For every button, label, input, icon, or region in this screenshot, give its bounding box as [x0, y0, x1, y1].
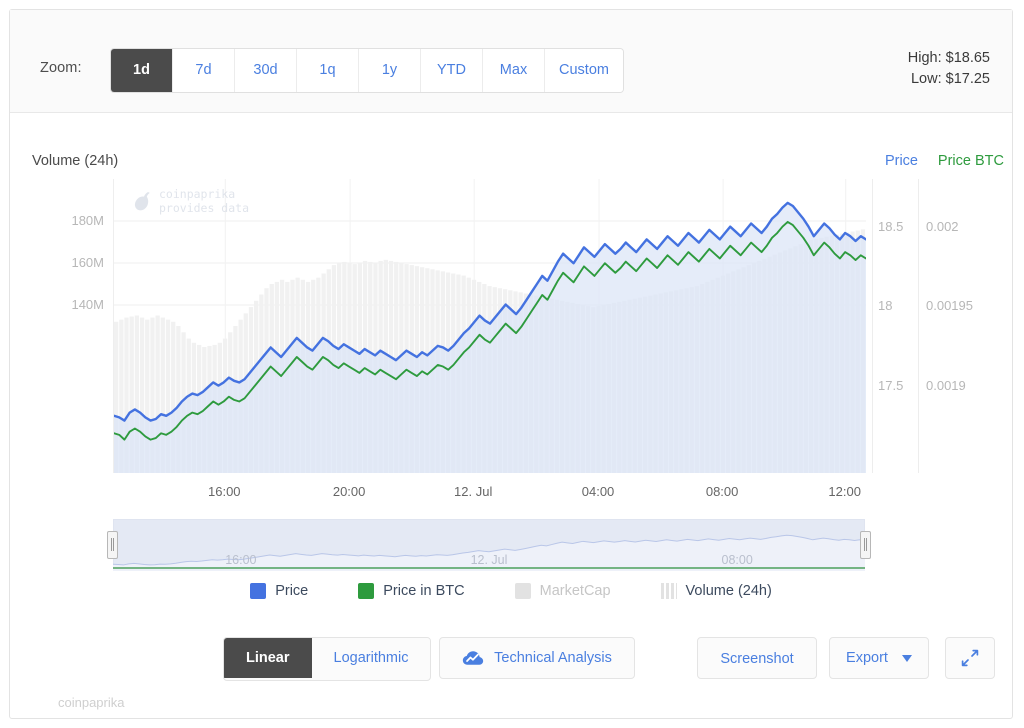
chevron-down-icon: [901, 654, 912, 662]
x-tick-0400: 04:00: [581, 484, 615, 499]
price-tick-18.5: 18.5: [878, 218, 904, 234]
volume-tick-160M: 160M: [71, 255, 104, 270]
range-navigator[interactable]: 16:00 12. Jul 08:00: [107, 519, 871, 571]
export-label: Export: [846, 650, 888, 666]
technical-analysis-button[interactable]: Technical Analysis: [439, 637, 635, 679]
high-value: High: $18.65: [907, 50, 990, 66]
legend-label: MarketCap: [539, 583, 611, 599]
plot-canvas[interactable]: coinpaprika provides data: [113, 179, 866, 473]
range-button-1q[interactable]: 1q: [297, 49, 359, 92]
x-tick-0800: 08:00: [705, 484, 739, 499]
legend-label: Price: [275, 583, 309, 599]
volume-tick-180M: 180M: [71, 213, 104, 228]
range-button-7d[interactable]: 7d: [173, 49, 235, 92]
range-selector-group[interactable]: 1d 7d 30d 1q 1y YTD Max Custom: [111, 49, 623, 92]
range-button-1y[interactable]: 1y: [359, 49, 421, 92]
x-tick-2000: 20:00: [332, 484, 366, 499]
price-btc-tick-0.002: 0.002: [926, 218, 959, 234]
scale-mode-logarithmic[interactable]: Logarithmic: [311, 638, 431, 678]
range-button-max[interactable]: Max: [483, 49, 545, 92]
axis-spine-price-btc: [918, 179, 919, 473]
cloud-chart-icon: [463, 651, 484, 665]
fullscreen-button[interactable]: [945, 637, 995, 679]
zoom-toolbar: Zoom: 1d 7d 30d 1q 1y YTD Max Custom High: $18.…: [10, 10, 1012, 113]
volume-tick-140M: 140M: [71, 297, 104, 312]
legend-label: Volume (24h): [685, 583, 772, 599]
navigator-tick-1600: 16:00: [225, 553, 257, 567]
legend-item-volume-24h[interactable]: Volume (24h): [660, 583, 772, 599]
zoom-label: Zoom:: [40, 60, 82, 76]
legend-item-price-in-btc[interactable]: Price in BTC: [358, 583, 465, 599]
x-tick-12Jul: 12. Jul: [454, 484, 493, 499]
scale-mode-group[interactable]: Linear Logarithmic: [223, 637, 432, 681]
range-button-1d[interactable]: 1d: [111, 49, 173, 92]
price-btc-axis-title: Price BTC: [937, 153, 1004, 169]
screenshot-label: Screenshot: [720, 651, 794, 667]
navigator-handle-right[interactable]: [860, 531, 871, 559]
price-tick-18: 18: [878, 298, 893, 314]
legend-label: Price in BTC: [383, 583, 465, 599]
coinpaprika-credit: coinpaprika: [58, 695, 125, 710]
navigator-tick-0800: 08:00: [721, 553, 753, 567]
low-value: Low: $17.25: [910, 71, 990, 87]
legend-swatch-bars: [660, 583, 677, 599]
navigator-tick-12Jul: 12. Jul: [470, 553, 508, 567]
navigator-handle-left[interactable]: [107, 531, 118, 559]
high-low-summary: High: $18.65 Low: $17.25: [908, 48, 990, 90]
price-btc-tick-0.00195: 0.00195: [926, 298, 973, 314]
x-tick-1600: 16:00: [208, 484, 241, 499]
screenshot-button[interactable]: Screenshot: [697, 637, 817, 679]
chart-area: Volume (24h) Price Price BTC 140M 160M 180…: [10, 113, 1012, 720]
legend-item-price[interactable]: Price: [250, 583, 308, 599]
price-chart-svg: [114, 179, 866, 473]
legend-swatch: [250, 583, 267, 599]
chart-panel: Zoom: 1d 7d 30d 1q 1y YTD Max Custom High: $18.…: [9, 9, 1013, 719]
price-axis-title: Price: [884, 153, 918, 169]
plot-area[interactable]: coinpaprika provides data: [113, 179, 866, 473]
legend-swatch: [514, 583, 531, 599]
axis-spine-price: [872, 179, 873, 473]
price-tick-17.5: 17.5: [878, 377, 904, 393]
legend-item-marketcap[interactable]: MarketCap: [514, 583, 611, 599]
x-tick-1200: 12:00: [828, 484, 861, 499]
legend-swatch: [358, 583, 375, 599]
scale-mode-linear[interactable]: Linear: [224, 638, 312, 678]
range-button-custom[interactable]: Custom: [545, 49, 623, 92]
chart-legend[interactable]: Price Price in BTC MarketCap Volume (24h): [10, 583, 1012, 599]
chart-toolbar: Linear Logarithmic Technical Analysis Scr…: [10, 637, 1012, 689]
price-btc-tick-0.0019: 0.0019: [926, 377, 966, 393]
technical-analysis-label: Technical Analysis: [494, 650, 612, 666]
chart-widget: Zoom: 1d 7d 30d 1q 1y YTD Max Custom High: $18.…: [0, 0, 1024, 728]
volume-axis-title: Volume (24h): [32, 153, 119, 169]
range-button-ytd[interactable]: YTD: [421, 49, 483, 92]
export-button[interactable]: Export: [829, 637, 929, 679]
expand-arrows-icon: [961, 649, 979, 667]
range-button-30d[interactable]: 30d: [235, 49, 297, 92]
